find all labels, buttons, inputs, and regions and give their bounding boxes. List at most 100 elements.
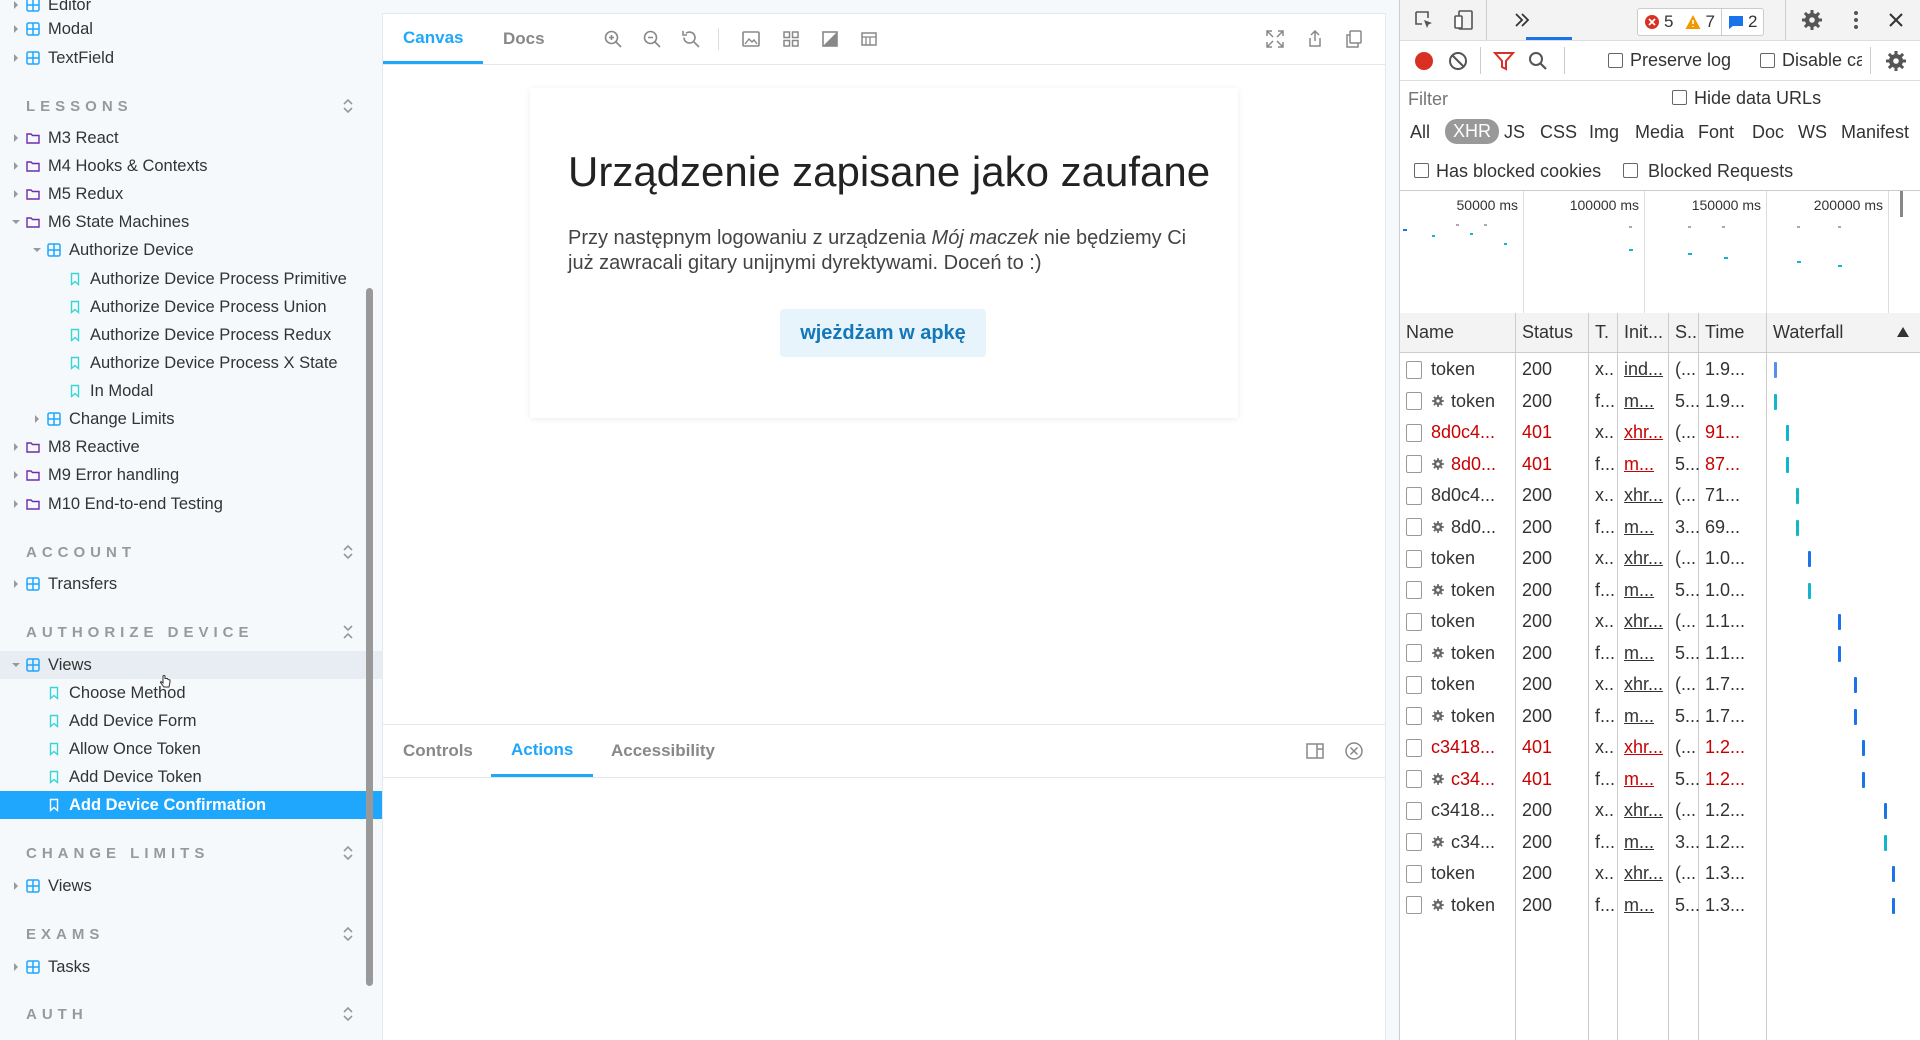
sidebar-item-add-device-form[interactable]: Add Device Form — [0, 707, 383, 735]
sidebar-item-story[interactable]: Authorize Device Process Redux — [0, 321, 383, 349]
expand-collapse-icon[interactable] — [340, 844, 356, 862]
request-initiator[interactable]: m... — [1618, 701, 1669, 733]
request-row[interactable]: 8d0c4... 200 x.. xhr... (... 71... — [1400, 480, 1920, 512]
type-filter-xhr[interactable]: XHR — [1445, 119, 1500, 144]
sidebar-item-story[interactable]: Authorize Device Process X State — [0, 349, 383, 377]
sidebar-item-views[interactable]: Views — [0, 651, 383, 679]
request-initiator[interactable]: xhr... — [1618, 795, 1669, 827]
section-header-account[interactable]: ACCOUNT — [26, 540, 356, 564]
fullscreen-icon[interactable] — [1265, 29, 1285, 49]
column-header-waterfall[interactable]: Waterfall — [1767, 313, 1920, 353]
request-initiator[interactable]: xhr... — [1618, 669, 1669, 701]
initiator-link[interactable]: m... — [1624, 580, 1654, 601]
request-initiator[interactable]: ind... — [1618, 354, 1669, 386]
column-header-initiator[interactable]: Init... — [1618, 313, 1669, 353]
request-row[interactable]: token 200 x.. ind... (... 1.9... — [1400, 354, 1920, 386]
network-settings-icon[interactable] — [1884, 49, 1908, 73]
grid-icon[interactable] — [781, 29, 801, 49]
request-row[interactable]: token 200 f... m... 5... 1.9... — [1400, 386, 1920, 418]
type-filter-doc[interactable]: Doc — [1752, 122, 1784, 143]
request-row[interactable]: token 200 f... m... 5... 1.3... — [1400, 890, 1920, 922]
initiator-link[interactable]: ind... — [1624, 359, 1663, 380]
collapse-icon[interactable] — [340, 623, 356, 641]
sidebar-item-add-device-confirmation[interactable]: Add Device Confirmation — [0, 791, 383, 819]
column-header-time[interactable]: Time — [1699, 313, 1767, 353]
sidebar-item-tasks[interactable]: Tasks — [0, 953, 383, 981]
filter-icon[interactable] — [1492, 49, 1516, 73]
tab-actions[interactable]: Actions — [491, 725, 594, 777]
request-row[interactable]: 8d0... 401 f... m... 5... 87... — [1400, 449, 1920, 481]
sidebar-item-views[interactable]: Views — [0, 872, 383, 900]
share-icon[interactable] — [1305, 29, 1325, 49]
sidebar-item-m6-state-machines[interactable]: M6 State Machines — [0, 208, 383, 236]
console-counters[interactable]: 5 7 2 — [1637, 8, 1765, 36]
initiator-link[interactable]: m... — [1624, 391, 1654, 412]
sidebar-item-add-device-token[interactable]: Add Device Token — [0, 763, 383, 791]
sidebar-scrollbar[interactable] — [366, 288, 373, 986]
initiator-link[interactable]: m... — [1624, 895, 1654, 916]
network-overview-timeline[interactable]: 50000 ms 100000 ms 150000 ms 200000 ms — [1400, 190, 1920, 314]
type-filter-all[interactable]: All — [1410, 122, 1430, 143]
zoom-reset-icon[interactable] — [681, 29, 701, 49]
request-initiator[interactable]: m... — [1618, 386, 1669, 418]
settings-gear-icon[interactable] — [1800, 8, 1824, 32]
copy-link-icon[interactable] — [1344, 29, 1364, 49]
request-initiator[interactable]: m... — [1618, 575, 1669, 607]
has-blocked-cookies-checkbox[interactable] — [1414, 163, 1429, 178]
more-options-icon[interactable] — [1844, 8, 1868, 32]
timeline-handle[interactable] — [1900, 191, 1903, 217]
column-header-size[interactable]: S... — [1669, 313, 1699, 353]
initiator-link[interactable]: xhr... — [1624, 611, 1663, 632]
request-row[interactable]: token 200 x.. xhr... (... 1.0... — [1400, 543, 1920, 575]
request-initiator[interactable]: xhr... — [1618, 480, 1669, 512]
sidebar-item-story[interactable]: Authorize Device Process Union — [0, 293, 383, 321]
section-header-auth[interactable]: AUTH — [26, 1002, 356, 1026]
sidebar-item-change-limits[interactable]: Change Limits — [0, 405, 383, 433]
initiator-link[interactable]: xhr... — [1624, 674, 1663, 695]
section-header-change-limits[interactable]: CHANGE LIMITS — [26, 841, 356, 865]
sidebar-item-choose-method[interactable]: Choose Method — [0, 679, 383, 707]
expand-collapse-icon[interactable] — [340, 1005, 356, 1023]
more-tabs-icon[interactable] — [1510, 8, 1534, 32]
device-toolbar-icon[interactable] — [1452, 8, 1476, 32]
initiator-link[interactable]: m... — [1624, 706, 1654, 727]
initiator-link[interactable]: xhr... — [1624, 800, 1663, 821]
request-row[interactable]: token 200 x.. xhr... (... 1.3... — [1400, 858, 1920, 890]
request-row[interactable]: token 200 x.. xhr... (... 1.7... — [1400, 669, 1920, 701]
zoom-out-icon[interactable] — [642, 29, 662, 49]
request-row[interactable]: c34... 401 f... m... 5... 1.2... — [1400, 764, 1920, 796]
sidebar-item-modal[interactable]: Modal — [0, 15, 383, 43]
request-initiator[interactable]: m... — [1618, 890, 1669, 922]
sidebar-item-m3-react[interactable]: M3 React — [0, 124, 383, 152]
enter-app-button[interactable]: wjeżdżam w apkę — [780, 309, 986, 357]
request-initiator[interactable]: m... — [1618, 449, 1669, 481]
request-initiator[interactable]: xhr... — [1618, 732, 1669, 764]
initiator-link[interactable]: m... — [1624, 832, 1654, 853]
sidebar-item-story[interactable]: In Modal — [0, 377, 383, 405]
hide-data-urls-checkbox[interactable] — [1672, 90, 1687, 105]
panel-orientation-icon[interactable] — [1305, 741, 1325, 761]
initiator-link[interactable]: xhr... — [1624, 422, 1663, 443]
disable-cache-checkbox[interactable] — [1760, 53, 1775, 68]
request-row[interactable]: c34... 200 f... m... 3... 1.2... — [1400, 827, 1920, 859]
sidebar-item-transfers[interactable]: Transfers — [0, 570, 383, 598]
request-initiator[interactable]: m... — [1618, 764, 1669, 796]
preserve-log-checkbox[interactable] — [1608, 53, 1623, 68]
section-header-lessons[interactable]: LESSONS — [26, 94, 356, 118]
sidebar-item-m9-error-handling[interactable]: M9 Error handling — [0, 461, 383, 489]
request-initiator[interactable]: m... — [1618, 638, 1669, 670]
request-row[interactable]: token 200 f... m... 5... 1.7... — [1400, 701, 1920, 733]
initiator-link[interactable]: xhr... — [1624, 548, 1663, 569]
inspect-element-icon[interactable] — [1412, 8, 1436, 32]
initiator-link[interactable]: xhr... — [1624, 485, 1663, 506]
request-row[interactable]: 8d0c4... 401 x.. xhr... (... 91... — [1400, 417, 1920, 449]
request-row[interactable]: c3418... 200 x.. xhr... (... 1.2... — [1400, 795, 1920, 827]
expand-collapse-icon[interactable] — [340, 97, 356, 115]
request-row[interactable]: token 200 f... m... 5... 1.1... — [1400, 638, 1920, 670]
column-header-status[interactable]: Status — [1516, 313, 1589, 353]
record-icon[interactable] — [1412, 49, 1436, 73]
close-panel-icon[interactable] — [1344, 741, 1364, 761]
request-initiator[interactable]: m... — [1618, 827, 1669, 859]
tab-controls[interactable]: Controls — [383, 725, 493, 777]
type-filter-js[interactable]: JS — [1504, 122, 1525, 143]
